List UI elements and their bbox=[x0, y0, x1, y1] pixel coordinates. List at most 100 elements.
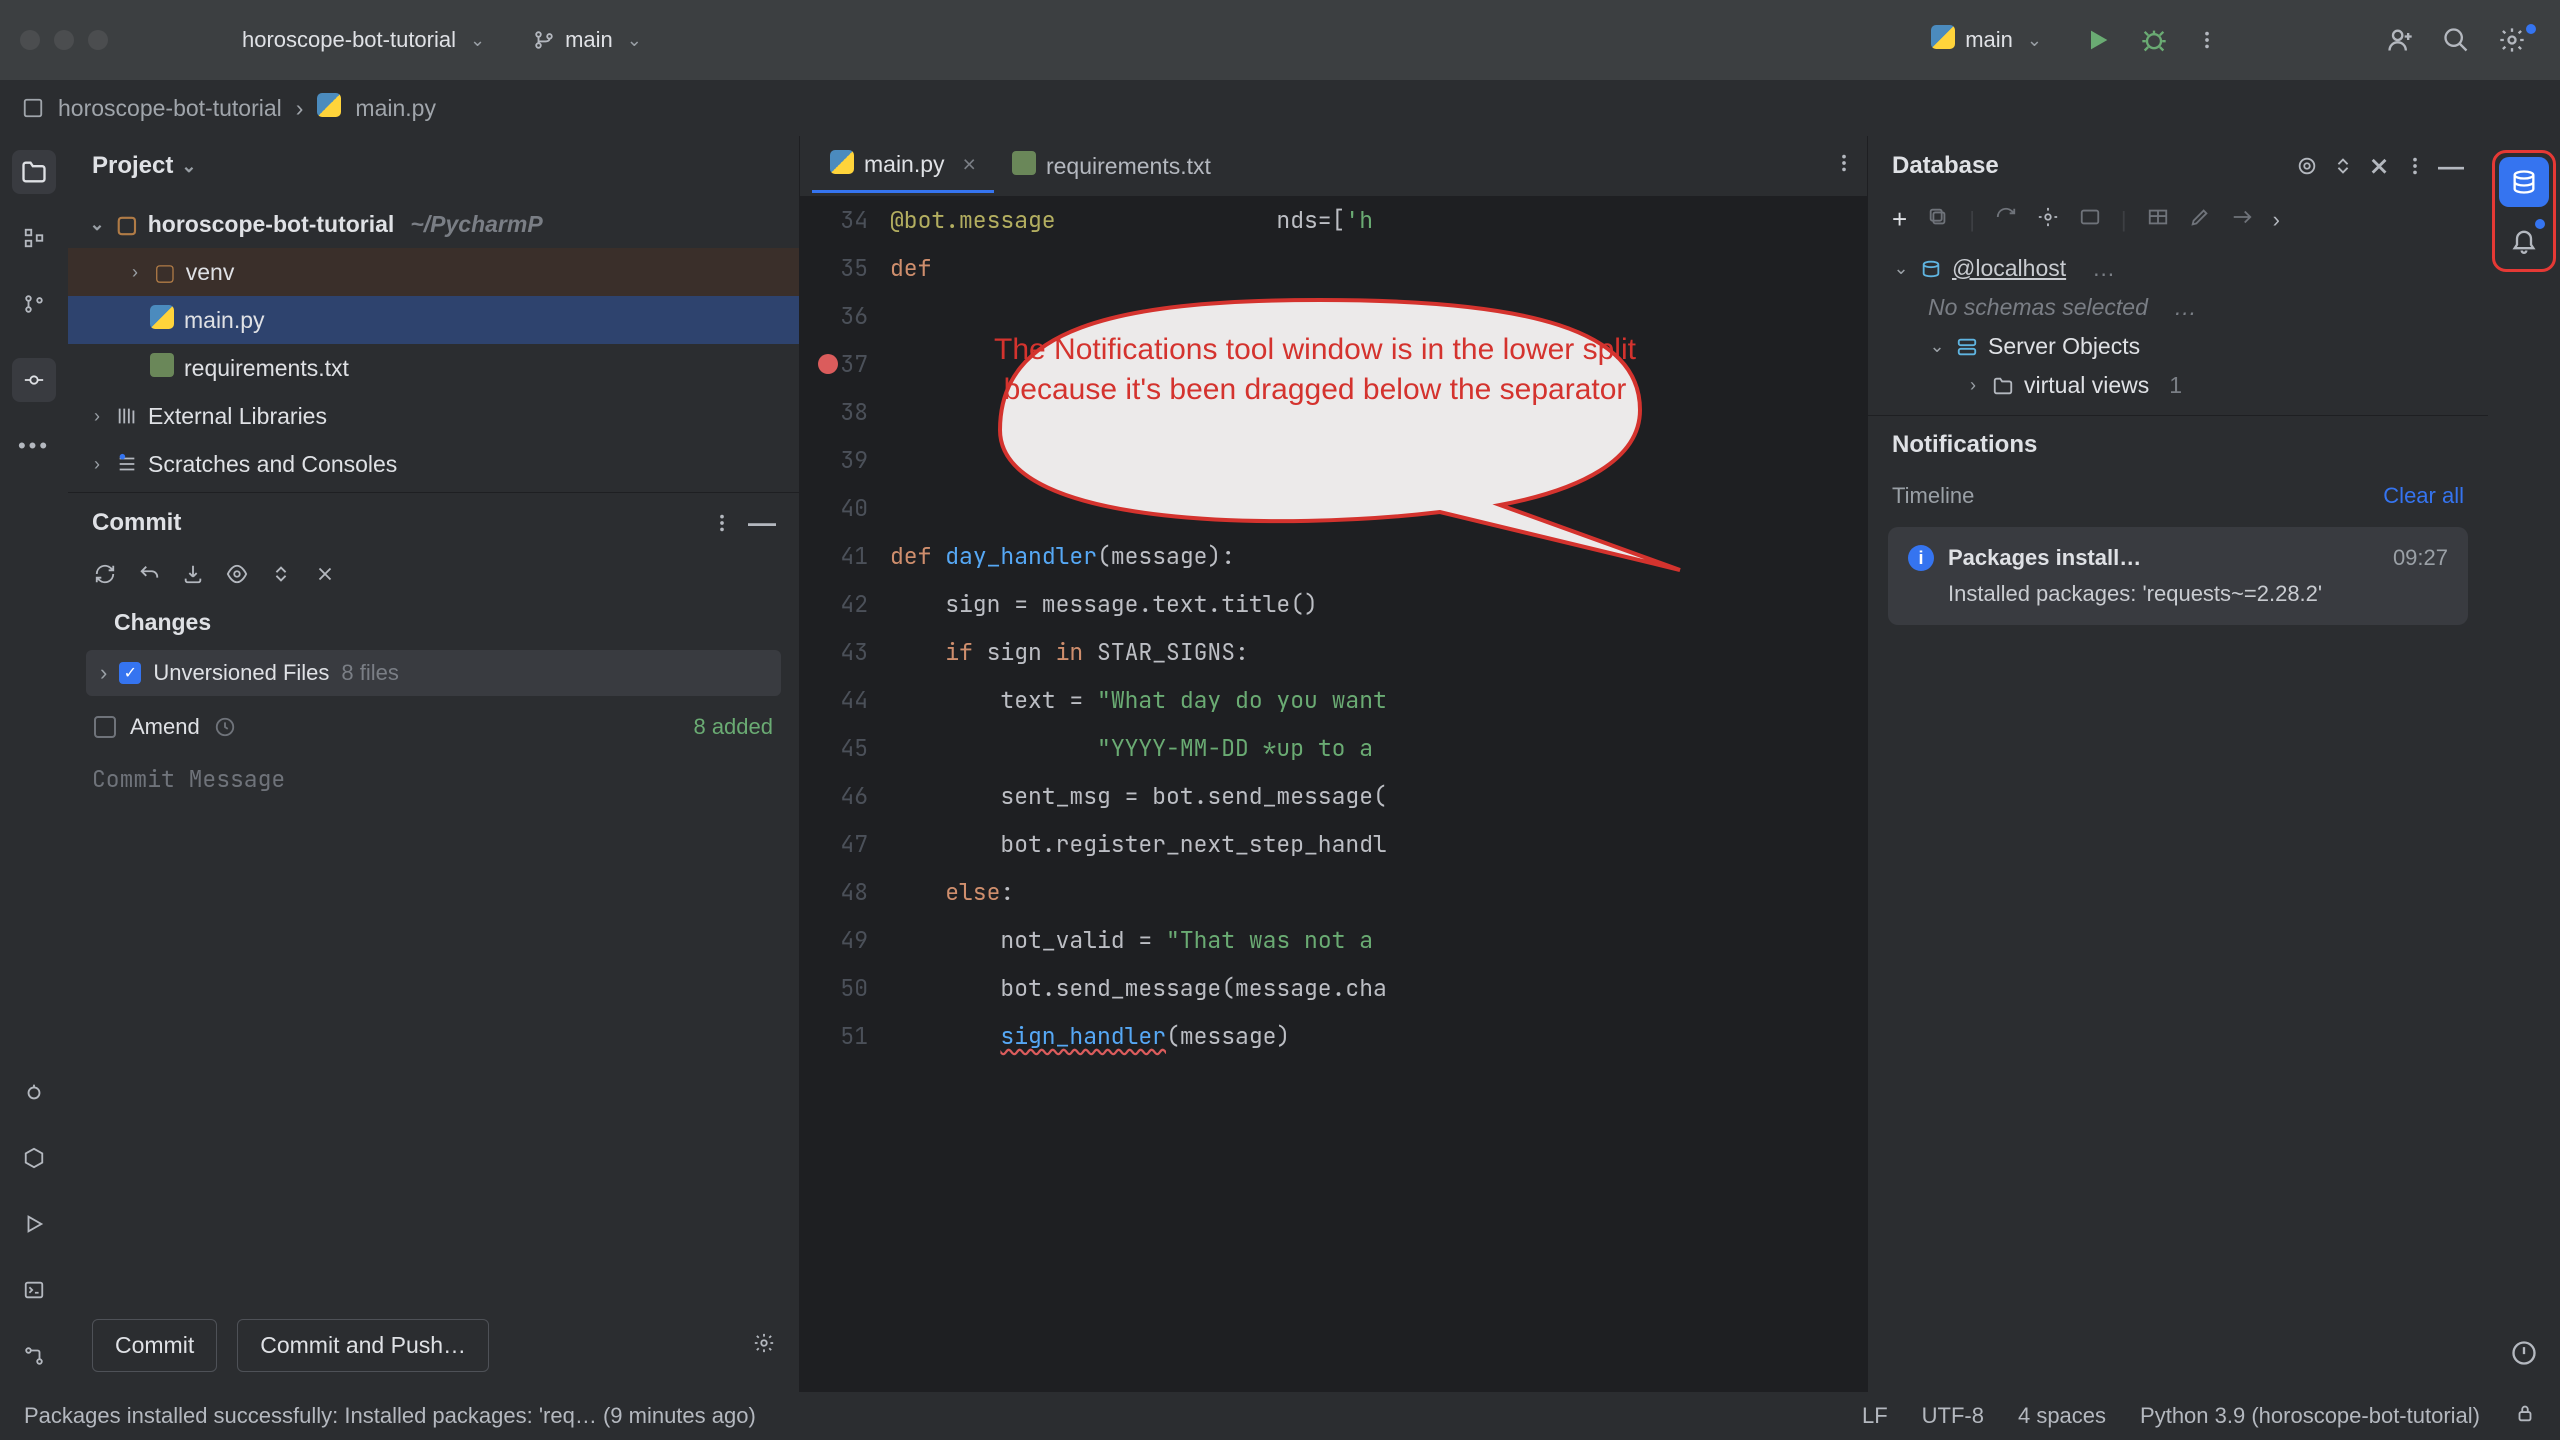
chevron-right-icon: › bbox=[88, 406, 106, 427]
commit-push-button[interactable]: Commit and Push… bbox=[237, 1319, 489, 1372]
status-indent[interactable]: 4 spaces bbox=[2018, 1403, 2106, 1429]
left-toolstrip: ••• bbox=[0, 136, 68, 1392]
minimize-dot[interactable] bbox=[54, 30, 74, 50]
vcs-tool-button[interactable] bbox=[12, 282, 56, 326]
bell-icon bbox=[2510, 226, 2538, 254]
project-path: ~/PycharmP bbox=[410, 211, 542, 238]
target-icon[interactable] bbox=[2294, 153, 2320, 179]
db-virtual-views[interactable]: ›virtual views1 bbox=[1868, 366, 2488, 405]
code-with-me[interactable] bbox=[2372, 20, 2428, 60]
tree-ext-lib[interactable]: ›External Libraries bbox=[68, 392, 799, 440]
notifications-tool-button[interactable] bbox=[2499, 215, 2549, 265]
debug-button[interactable] bbox=[2126, 20, 2182, 60]
project-selector[interactable]: horoscope-bot-tutorial⌄ bbox=[228, 21, 499, 59]
folder-icon: ▢ bbox=[116, 211, 138, 238]
git-branch[interactable]: main⌄ bbox=[519, 21, 656, 59]
amend-checkbox[interactable] bbox=[94, 716, 116, 738]
commit-hide[interactable]: — bbox=[749, 510, 775, 536]
kebab-icon bbox=[711, 512, 733, 534]
refresh-icon[interactable] bbox=[94, 563, 116, 591]
commit-tool-button[interactable] bbox=[12, 358, 56, 402]
breadcrumb-root[interactable]: horoscope-bot-tutorial bbox=[58, 95, 282, 122]
status-message[interactable]: Packages installed successfully: Install… bbox=[24, 1403, 1828, 1429]
clear-all-link[interactable]: Clear all bbox=[2383, 483, 2464, 509]
duplicate-icon[interactable] bbox=[1927, 206, 1949, 234]
diff-icon[interactable] bbox=[226, 563, 248, 591]
refresh-db-icon[interactable] bbox=[1995, 206, 2017, 234]
db-schemas[interactable]: No schemas selected… bbox=[1868, 288, 2488, 327]
breadcrumb-file[interactable]: main.py bbox=[355, 95, 436, 122]
terminal-tool-button[interactable] bbox=[12, 1268, 56, 1312]
close-split-icon[interactable]: ⨯ bbox=[2366, 153, 2392, 179]
tree-main-py[interactable]: main.py bbox=[68, 296, 799, 344]
history-icon[interactable] bbox=[214, 716, 236, 738]
run-config[interactable]: main⌄ bbox=[1917, 19, 2056, 61]
db-options[interactable] bbox=[2402, 153, 2428, 179]
status-interpreter[interactable]: Python 3.9 (horoscope-bot-tutorial) bbox=[2140, 1403, 2480, 1429]
status-encoding[interactable]: UTF-8 bbox=[1922, 1403, 1984, 1429]
table-icon[interactable] bbox=[2147, 206, 2169, 234]
ellipsis-icon[interactable]: … bbox=[2092, 255, 2115, 282]
run-button[interactable] bbox=[2070, 20, 2126, 60]
run-tool-button[interactable] bbox=[12, 1202, 56, 1246]
hide-icon[interactable]: — bbox=[2438, 153, 2464, 179]
console-icon[interactable] bbox=[2079, 206, 2101, 234]
tree-root[interactable]: ⌄▢horoscope-bot-tutorial~/PycharmP bbox=[68, 200, 799, 248]
zoom-dot[interactable] bbox=[88, 30, 108, 50]
breakpoint-icon[interactable] bbox=[818, 354, 838, 374]
structure-tool-button[interactable] bbox=[12, 216, 56, 260]
tree-venv[interactable]: ›▢venv bbox=[68, 248, 799, 296]
jump-icon[interactable] bbox=[2231, 206, 2253, 234]
shelve-icon[interactable] bbox=[182, 563, 204, 591]
tree-scratches[interactable]: ›Scratches and Consoles bbox=[68, 440, 799, 488]
group-icon[interactable] bbox=[314, 563, 336, 591]
commit-message-input[interactable]: Commit Message bbox=[68, 748, 799, 810]
settings[interactable] bbox=[2484, 20, 2540, 60]
lock-icon[interactable] bbox=[2514, 1402, 2536, 1430]
tree-requirements[interactable]: requirements.txt bbox=[68, 344, 799, 392]
checkbox-checked[interactable]: ✓ bbox=[119, 662, 141, 684]
db-server-objects[interactable]: ⌄Server Objects bbox=[1868, 327, 2488, 366]
db-host[interactable]: ⌄@localhost… bbox=[1868, 249, 2488, 288]
problems-tool-button[interactable] bbox=[2499, 1328, 2549, 1378]
close-icon[interactable]: × bbox=[963, 151, 976, 178]
more-actions[interactable] bbox=[2182, 23, 2232, 57]
right-toolstrip bbox=[2488, 136, 2560, 1392]
branch-name: main bbox=[565, 27, 613, 53]
project-header[interactable]: Project⌄ bbox=[68, 136, 799, 196]
annotation-text: The Notifications tool window is in the … bbox=[990, 330, 1640, 410]
notification-card[interactable]: i Packages install… 09:27 Installed pack… bbox=[1888, 527, 2468, 625]
pkg-tool-button[interactable] bbox=[12, 1136, 56, 1180]
close-dot[interactable] bbox=[20, 30, 40, 50]
folder-icon: ▢ bbox=[154, 259, 176, 286]
status-line-ending[interactable]: LF bbox=[1862, 1403, 1888, 1429]
commit-button[interactable]: Commit bbox=[92, 1319, 217, 1372]
project-tool-button[interactable] bbox=[12, 150, 56, 194]
tab-main-py[interactable]: main.py× bbox=[812, 140, 994, 193]
tab-options[interactable] bbox=[1833, 152, 1855, 180]
add-datasource[interactable]: + bbox=[1892, 204, 1907, 235]
structure-icon bbox=[23, 227, 45, 249]
db-settings-icon[interactable] bbox=[2037, 206, 2059, 234]
unversioned-row[interactable]: › ✓ Unversioned Files 8 files bbox=[86, 650, 781, 696]
project-tree: ⌄▢horoscope-bot-tutorial~/PycharmP ›▢ven… bbox=[68, 196, 799, 492]
more-tool-button[interactable]: ••• bbox=[12, 424, 56, 468]
chevron-right-icon: › bbox=[1964, 375, 1982, 396]
commit-settings[interactable] bbox=[753, 1332, 775, 1360]
search-everywhere[interactable] bbox=[2428, 20, 2484, 60]
commit-options[interactable] bbox=[709, 510, 735, 536]
library-icon bbox=[116, 405, 138, 427]
edit-icon[interactable] bbox=[2189, 206, 2211, 234]
changelist-icon[interactable] bbox=[270, 563, 292, 591]
collapse-icon[interactable] bbox=[2330, 153, 2356, 179]
project-name: horoscope-bot-tutorial bbox=[242, 27, 456, 53]
debug-tool-button[interactable] bbox=[12, 1070, 56, 1114]
database-tool-button[interactable] bbox=[2499, 157, 2549, 207]
git-tool-button[interactable] bbox=[12, 1334, 56, 1378]
datasource-icon bbox=[1920, 258, 1942, 280]
more-db-icon[interactable]: › bbox=[2273, 207, 2280, 233]
ellipsis-icon[interactable]: … bbox=[2174, 294, 2197, 321]
rollback-icon[interactable] bbox=[138, 563, 160, 591]
tab-requirements[interactable]: requirements.txt bbox=[994, 141, 1229, 191]
window-controls[interactable] bbox=[20, 30, 108, 50]
